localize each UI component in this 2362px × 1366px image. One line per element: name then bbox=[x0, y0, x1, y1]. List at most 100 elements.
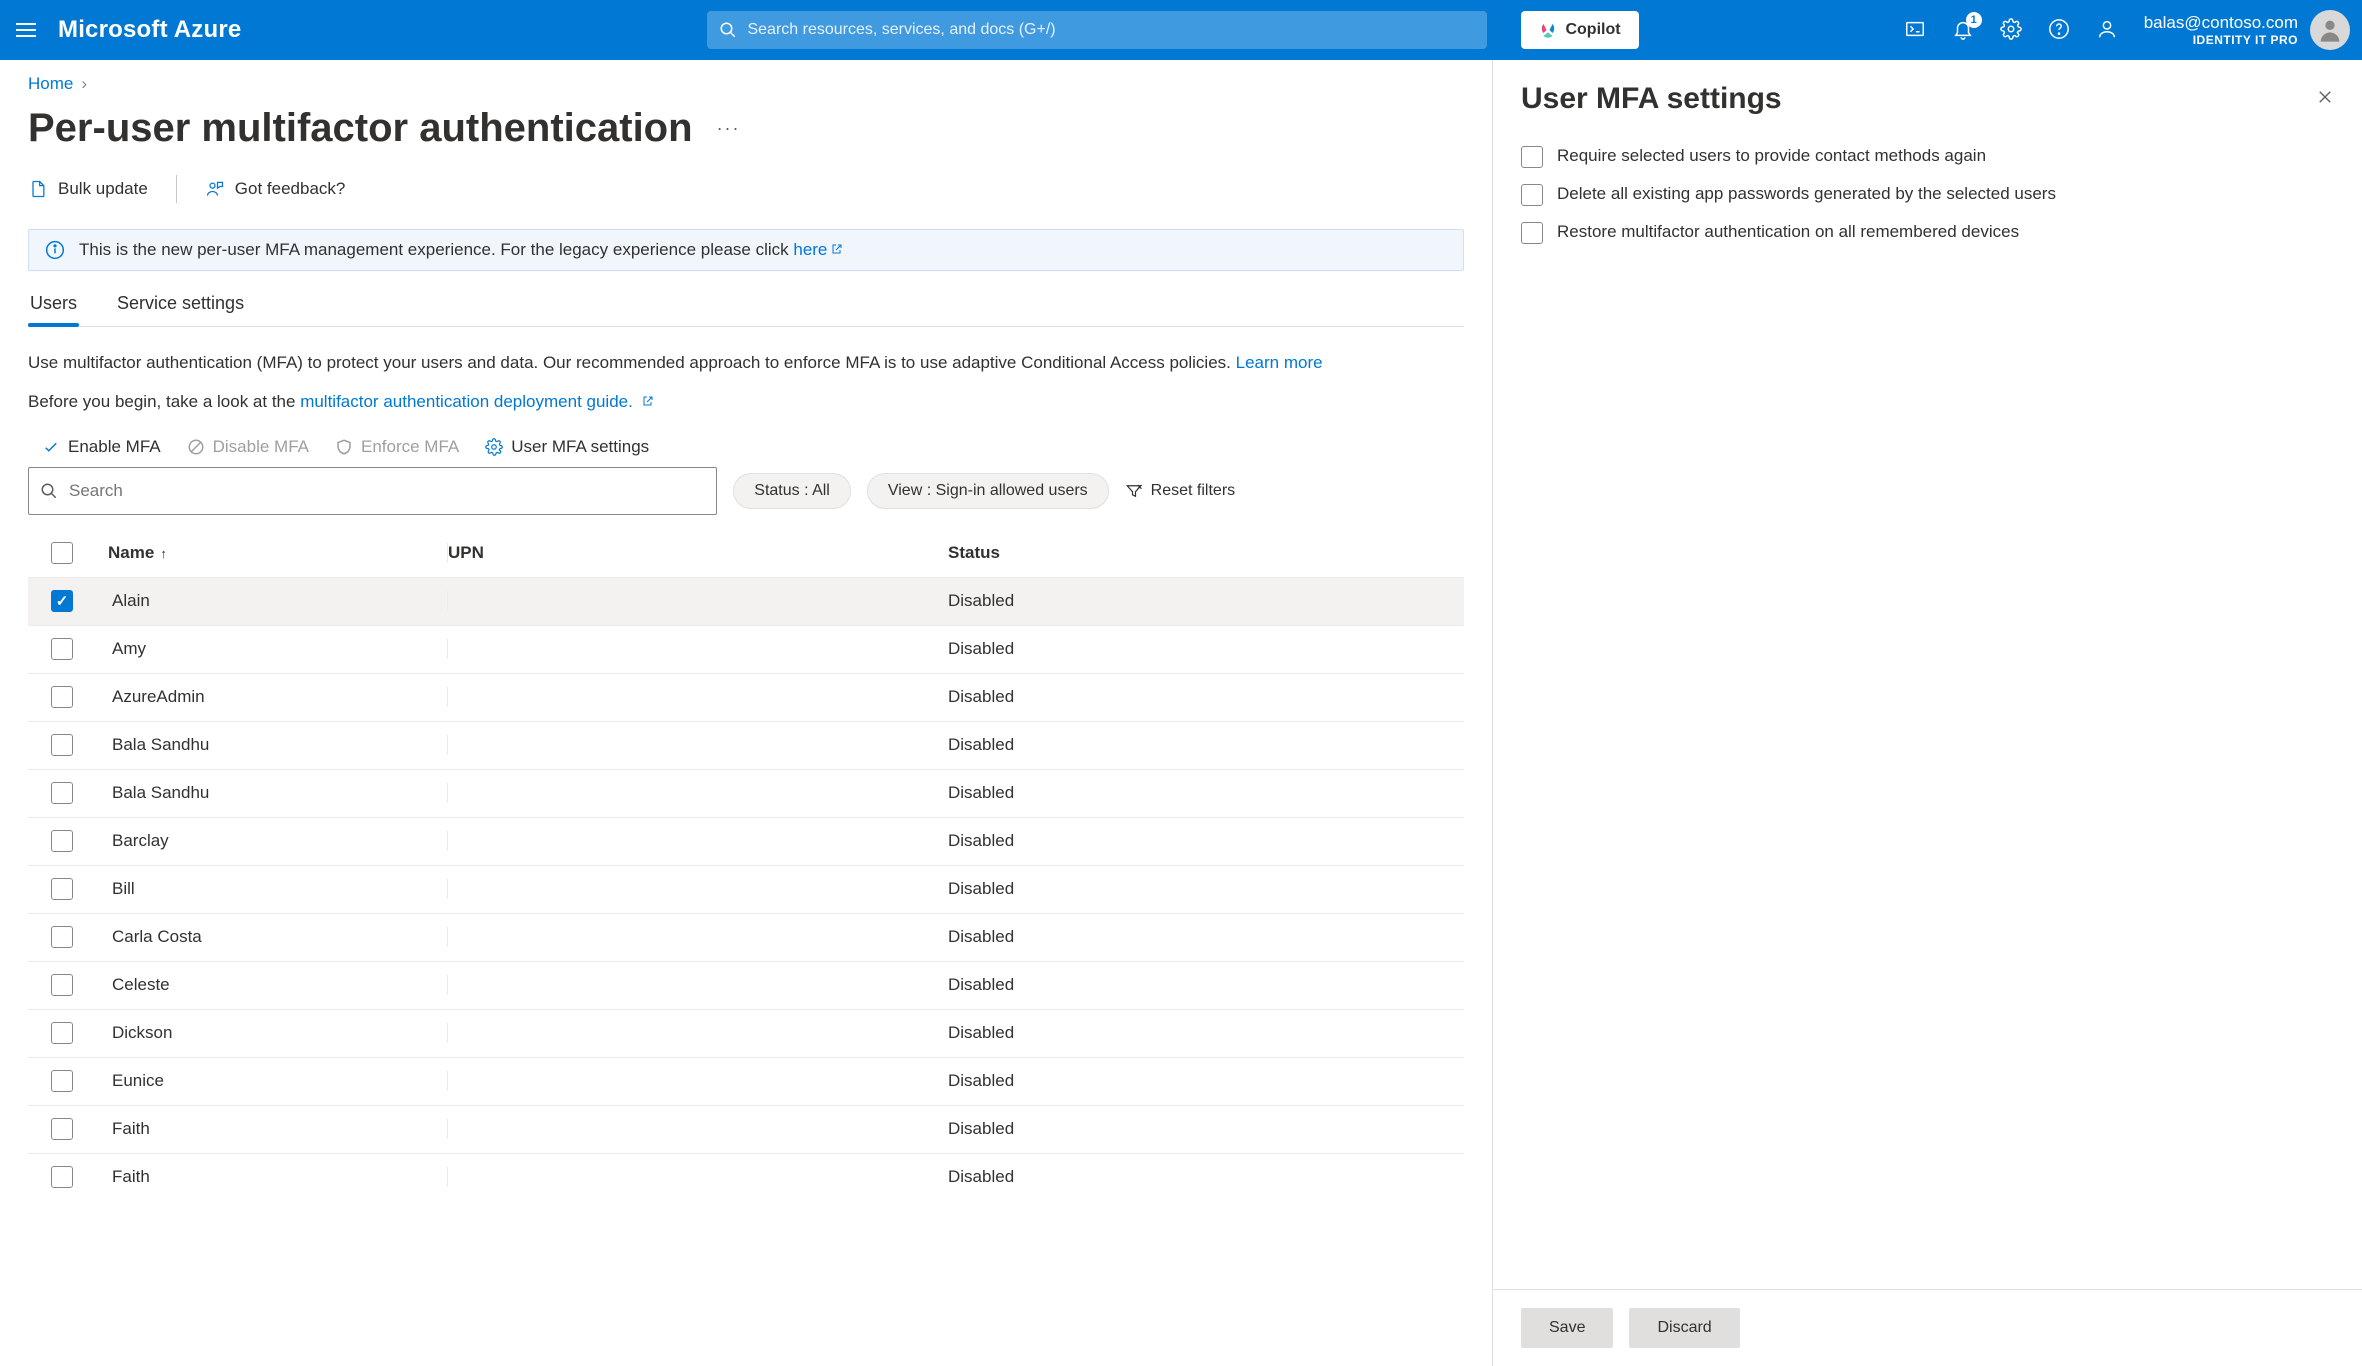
cell-status: Disabled bbox=[948, 591, 1464, 611]
main-content: Home › Per-user multifactor authenticati… bbox=[0, 60, 1492, 1366]
table-row[interactable]: Bala SandhuDisabled bbox=[28, 769, 1464, 817]
reset-filters-button[interactable]: Reset filters bbox=[1125, 482, 1235, 500]
row-checkbox[interactable] bbox=[51, 734, 73, 756]
checkbox[interactable] bbox=[1521, 184, 1543, 206]
cell-status: Disabled bbox=[948, 783, 1464, 803]
cell-name: Amy bbox=[108, 639, 448, 659]
cell-name: Bill bbox=[108, 879, 448, 899]
copilot-button[interactable]: Copilot bbox=[1521, 11, 1638, 49]
cell-status: Disabled bbox=[948, 1167, 1464, 1187]
notification-badge: 1 bbox=[1966, 12, 1982, 28]
users-table: Name↑ UPN Status AlainDisabledAmyDisable… bbox=[28, 529, 1464, 1201]
row-checkbox[interactable] bbox=[51, 590, 73, 612]
table-row[interactable]: EuniceDisabled bbox=[28, 1057, 1464, 1105]
feedback-icon[interactable] bbox=[2096, 18, 2118, 43]
table-row[interactable]: AzureAdmin Disabled bbox=[28, 673, 1464, 721]
save-button[interactable]: Save bbox=[1521, 1308, 1613, 1348]
row-checkbox[interactable] bbox=[51, 638, 73, 660]
enable-mfa-button[interactable]: Enable MFA bbox=[42, 437, 161, 457]
user-search-input[interactable] bbox=[28, 467, 717, 515]
gear-icon bbox=[485, 438, 503, 456]
notifications-icon[interactable]: 1 bbox=[1952, 18, 1974, 43]
breadcrumb-home[interactable]: Home bbox=[28, 74, 73, 94]
option-delete-app-passwords[interactable]: Delete all existing app passwords genera… bbox=[1521, 184, 2334, 206]
global-search bbox=[707, 11, 1487, 49]
settings-icon[interactable] bbox=[2000, 18, 2022, 43]
cell-status: Disabled bbox=[948, 735, 1464, 755]
document-icon bbox=[28, 179, 48, 199]
row-checkbox[interactable] bbox=[51, 1118, 73, 1140]
table-row[interactable]: Alain Disabled bbox=[28, 577, 1464, 625]
brand-label[interactable]: Microsoft Azure bbox=[58, 16, 241, 44]
view-filter-pill[interactable]: View : Sign-in allowed users bbox=[867, 473, 1109, 509]
table-row[interactable]: CelesteDisabled bbox=[28, 961, 1464, 1009]
row-checkbox[interactable] bbox=[51, 1070, 73, 1092]
cloud-shell-icon[interactable] bbox=[1904, 18, 1926, 43]
row-checkbox[interactable] bbox=[51, 1022, 73, 1044]
search-icon bbox=[40, 482, 58, 500]
user-mfa-settings-button[interactable]: User MFA settings bbox=[485, 437, 649, 457]
select-all-checkbox[interactable] bbox=[51, 542, 73, 564]
option-restore-mfa[interactable]: Restore multifactor authentication on al… bbox=[1521, 222, 2334, 244]
panel-title: User MFA settings bbox=[1521, 82, 1782, 116]
table-row[interactable]: Faith Disabled bbox=[28, 1105, 1464, 1153]
tab-users[interactable]: Users bbox=[28, 293, 79, 326]
close-icon[interactable] bbox=[2316, 88, 2334, 111]
divider bbox=[176, 175, 177, 203]
cell-status: Disabled bbox=[948, 1071, 1464, 1091]
checkbox[interactable] bbox=[1521, 146, 1543, 168]
cell-name: Faith bbox=[108, 1119, 448, 1139]
description-2: Before you begin, take a look at the mul… bbox=[28, 388, 1464, 417]
user-mfa-settings-panel: User MFA settings Require selected users… bbox=[1492, 60, 2362, 1366]
description-1: Use multifactor authentication (MFA) to … bbox=[28, 349, 1464, 378]
discard-button[interactable]: Discard bbox=[1629, 1308, 1739, 1348]
cell-name: Alain bbox=[108, 591, 448, 611]
row-checkbox[interactable] bbox=[51, 782, 73, 804]
status-filter-pill[interactable]: Status : All bbox=[733, 473, 851, 509]
option-contact-methods[interactable]: Require selected users to provide contac… bbox=[1521, 146, 2334, 168]
info-icon bbox=[45, 240, 65, 260]
tab-service-settings[interactable]: Service settings bbox=[115, 293, 246, 326]
block-icon bbox=[187, 438, 205, 456]
account-menu[interactable]: balas@contoso.com IDENTITY IT PRO bbox=[2144, 10, 2350, 50]
table-row[interactable]: DicksonDisabled bbox=[28, 1009, 1464, 1057]
table-row[interactable]: Bala SandhuDisabled bbox=[28, 721, 1464, 769]
global-search-input[interactable] bbox=[707, 11, 1487, 49]
table-row[interactable]: AmyDisabled bbox=[28, 625, 1464, 673]
page-title: Per-user multifactor authentication bbox=[28, 106, 693, 151]
account-text: balas@contoso.com IDENTITY IT PRO bbox=[2144, 13, 2298, 48]
cell-status: Disabled bbox=[948, 687, 1464, 707]
checkbox[interactable] bbox=[1521, 222, 1543, 244]
learn-more-link[interactable]: Learn more bbox=[1236, 353, 1323, 372]
bulk-update-button[interactable]: Bulk update bbox=[28, 179, 148, 199]
table-row[interactable]: FaithDisabled bbox=[28, 1153, 1464, 1201]
more-button[interactable]: ··· bbox=[717, 118, 741, 139]
row-checkbox[interactable] bbox=[51, 878, 73, 900]
cell-status: Disabled bbox=[948, 1119, 1464, 1139]
col-upn[interactable]: UPN bbox=[448, 543, 948, 563]
cell-name: AzureAdmin bbox=[108, 687, 448, 707]
menu-icon[interactable] bbox=[12, 16, 40, 44]
disable-mfa-button[interactable]: Disable MFA bbox=[187, 437, 309, 457]
feedback-button[interactable]: Got feedback? bbox=[205, 179, 346, 199]
row-checkbox[interactable] bbox=[51, 1166, 73, 1188]
info-link[interactable]: here bbox=[793, 240, 843, 259]
avatar-icon bbox=[2316, 16, 2344, 44]
search-icon bbox=[719, 21, 737, 39]
row-checkbox[interactable] bbox=[51, 830, 73, 852]
table-row[interactable]: Carla CostaDisabled bbox=[28, 913, 1464, 961]
help-icon[interactable] bbox=[2048, 18, 2070, 43]
mfa-action-bar: Enable MFA Disable MFA Enforce MFA User … bbox=[42, 437, 1464, 457]
deployment-guide-link[interactable]: multifactor authentication deployment gu… bbox=[300, 392, 653, 411]
row-checkbox[interactable] bbox=[51, 974, 73, 996]
cell-name: Carla Costa bbox=[108, 927, 448, 947]
check-icon bbox=[42, 438, 60, 456]
col-name[interactable]: Name↑ bbox=[108, 543, 448, 563]
row-checkbox[interactable] bbox=[51, 686, 73, 708]
col-status[interactable]: Status bbox=[948, 543, 1464, 563]
enforce-mfa-button[interactable]: Enforce MFA bbox=[335, 437, 459, 457]
row-checkbox[interactable] bbox=[51, 926, 73, 948]
table-row[interactable]: BarclayDisabled bbox=[28, 817, 1464, 865]
user-search bbox=[28, 467, 717, 515]
table-row[interactable]: BillDisabled bbox=[28, 865, 1464, 913]
